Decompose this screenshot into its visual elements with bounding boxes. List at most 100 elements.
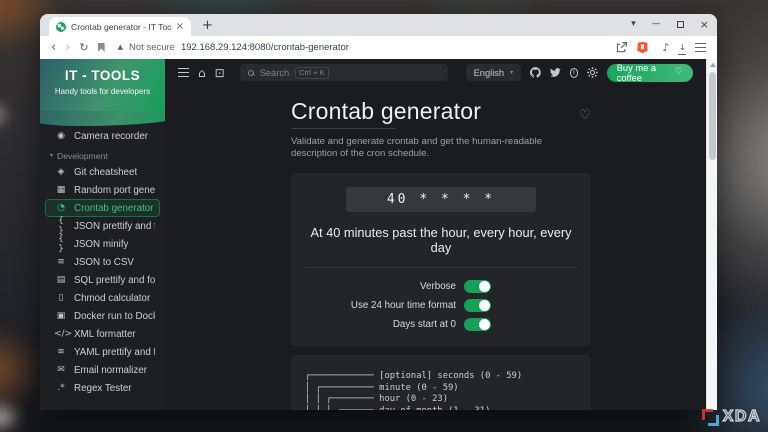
search-shortcut-badge: Ctrl + K — [295, 67, 329, 79]
card-divider — [305, 267, 577, 268]
search-input[interactable]: Search Ctrl + K — [240, 64, 448, 81]
scroll-up-icon[interactable] — [710, 63, 716, 67]
sidebar-logo-link[interactable]: IT - TOOLS Handy tools for developers — [40, 59, 165, 111]
twitter-icon[interactable] — [550, 66, 561, 79]
browser-tab[interactable]: Crontab generator - IT Tools × — [49, 17, 191, 36]
24-hour-format-toggle[interactable] — [464, 299, 491, 312]
cron-syntax-line: ┌──────────── [optional] seconds (0 - 59… — [305, 371, 577, 383]
buy-me-a-coffee-button[interactable]: Buy me a coffee ♡ — [607, 64, 693, 82]
cron-expression-input[interactable] — [346, 187, 536, 212]
yaml-icon: ≋ — [54, 347, 68, 357]
braces-icon: { } — [54, 234, 68, 254]
downloads-icon[interactable]: ↓ — [678, 40, 686, 55]
envelope-icon: ✉ — [54, 365, 68, 375]
sidebar-item-regex-tester[interactable]: .* Regex Tester — [45, 379, 160, 397]
sidebar-item-xml-formatter[interactable]: </> XML formatter — [45, 325, 160, 343]
chevron-down-icon: ▾ — [50, 152, 53, 159]
file-icon: ▯ — [54, 293, 68, 303]
main-content: ⌂ ⊡ Search Ctrl + K English ▾ — [165, 59, 717, 410]
scrollbar-thumb[interactable] — [709, 72, 716, 160]
sidebar-section-development[interactable]: ▾ Development — [40, 148, 165, 163]
tab-list-icon[interactable]: ▾ — [631, 20, 636, 29]
timer-icon: ◔ — [54, 203, 68, 213]
home-icon[interactable]: ⌂ — [198, 67, 206, 79]
browser-tab-strip: Crontab generator - IT Tools × + ▾ — × — [40, 14, 717, 36]
language-select[interactable]: English ▾ — [466, 64, 522, 81]
cron-card: At 40 minutes past the hour, every hour,… — [291, 173, 591, 346]
url-field[interactable]: ▲ Not secure 192.168.29.124:8080/crontab… — [114, 38, 654, 57]
close-window-icon[interactable]: × — [700, 19, 709, 30]
sidebar-item-docker-run[interactable]: ▣ Docker run to Docker c... — [45, 307, 160, 325]
cron-human-readable: At 40 minutes past the hour, every hour,… — [305, 225, 577, 255]
browser-window: Crontab generator - IT Tools × + ▾ — × ‹… — [40, 14, 717, 410]
bookmark-icon[interactable] — [98, 43, 105, 52]
desktop: Crontab generator - IT Tools × + ▾ — × ‹… — [0, 0, 768, 432]
maximize-icon[interactable] — [677, 21, 684, 28]
url-text: 192.168.29.124:8080/crontab-generator — [181, 42, 349, 53]
app-subtitle: Handy tools for developers — [40, 87, 165, 96]
forward-icon[interactable]: › — [65, 41, 70, 54]
url-field-actions — [615, 41, 649, 54]
page-scrollbar[interactable] — [706, 59, 717, 410]
code-icon: </> — [54, 329, 68, 339]
verbose-toggle[interactable] — [464, 280, 491, 293]
sidebar-item-yaml-prettify[interactable]: ≋ YAML prettify and format — [45, 343, 160, 361]
theme-toggle-icon[interactable] — [590, 70, 594, 75]
sidebar-item-json-prettify[interactable]: { } JSON prettify and format — [45, 217, 160, 235]
toggle-row-verbose: Verbose — [305, 277, 577, 296]
sidebar-item-crontab-generator[interactable]: ◔ Crontab generator — [45, 199, 160, 217]
random-tool-icon[interactable]: ⊡ — [215, 67, 225, 79]
sidebar-item-json-minify[interactable]: { } JSON minify — [45, 235, 160, 253]
media-icon[interactable]: ♪ — [662, 41, 669, 54]
brave-shield-icon[interactable] — [636, 41, 649, 54]
favorite-heart-icon[interactable]: ♡ — [579, 108, 591, 123]
it-tools-app: IT - TOOLS Handy tools for developers ◉ … — [40, 59, 717, 410]
app-title: IT - TOOLS — [40, 68, 165, 83]
cron-syntax-line: │ ┌────────── minute (0 - 59) — [305, 383, 577, 395]
git-icon: ◈ — [54, 167, 68, 177]
cron-syntax-line: │ │ ┌──────── hour (0 - 23) — [305, 394, 577, 406]
sidebar-item-sql-prettify[interactable]: ▤ SQL prettify and format — [45, 271, 160, 289]
browser-menu-icon[interactable] — [695, 43, 706, 52]
sidebar-item-email-normalizer[interactable]: ✉ Email normalizer — [45, 361, 160, 379]
not-secure-label: Not secure — [129, 42, 175, 53]
days-start-at-0-toggle[interactable] — [464, 318, 491, 331]
back-icon[interactable]: ‹ — [51, 41, 56, 54]
about-icon[interactable] — [570, 68, 579, 78]
tab-close-icon[interactable]: × — [176, 22, 184, 32]
xda-watermark: XDA — [702, 408, 761, 426]
sidebar-toggle-icon[interactable] — [178, 68, 189, 77]
search-icon — [248, 70, 254, 76]
github-icon[interactable] — [530, 66, 541, 79]
list-icon: ≡ — [54, 257, 68, 267]
tool-description: Validate and generate crontab and get th… — [291, 136, 591, 161]
minimize-icon[interactable]: — — [652, 20, 661, 29]
braces-icon: { } — [54, 216, 68, 236]
camera-icon: ◉ — [54, 131, 68, 141]
page-title: Crontab generator — [291, 98, 481, 125]
toggle-row-24h: Use 24 hour time format — [305, 296, 577, 315]
sidebar-item-chmod-calculator[interactable]: ▯ Chmod calculator — [45, 289, 160, 307]
toggle-row-days-start: Days start at 0 — [305, 315, 577, 334]
share-icon[interactable] — [615, 41, 628, 54]
chevron-down-icon: ▾ — [510, 69, 513, 76]
xda-logo-icon — [702, 409, 719, 426]
it-tools-favicon — [56, 22, 66, 32]
browser-address-bar: ‹ › ↻ ▲ Not secure 192.168.29.124:8080/c… — [40, 36, 717, 59]
sidebar-item-git-cheatsheet[interactable]: ◈ Git cheatsheet — [45, 163, 160, 181]
sidebar-item-camera-recorder[interactable]: ◉ Camera recorder — [45, 127, 160, 145]
xda-watermark-text: XDA — [723, 408, 761, 426]
heart-icon: ♡ — [675, 68, 683, 77]
sidebar-item-json-to-csv[interactable]: ≡ JSON to CSV — [45, 253, 160, 271]
reload-icon[interactable]: ↻ — [79, 42, 88, 53]
new-tab-button[interactable]: + — [202, 19, 213, 32]
port-icon: ▦ — [54, 185, 68, 195]
title-underline — [291, 128, 395, 129]
tab-title: Crontab generator - IT Tools — [71, 22, 171, 32]
sidebar-item-random-port-generator[interactable]: ▦ Random port generator — [45, 181, 160, 199]
cron-syntax-card: ┌──────────── [optional] seconds (0 - 59… — [291, 355, 591, 410]
sidebar: IT - TOOLS Handy tools for developers ◉ … — [40, 59, 165, 410]
regex-icon: .* — [54, 383, 68, 393]
window-controls: ▾ — × — [631, 14, 709, 35]
address-bar-actions: ♪ ↓ — [662, 40, 706, 55]
